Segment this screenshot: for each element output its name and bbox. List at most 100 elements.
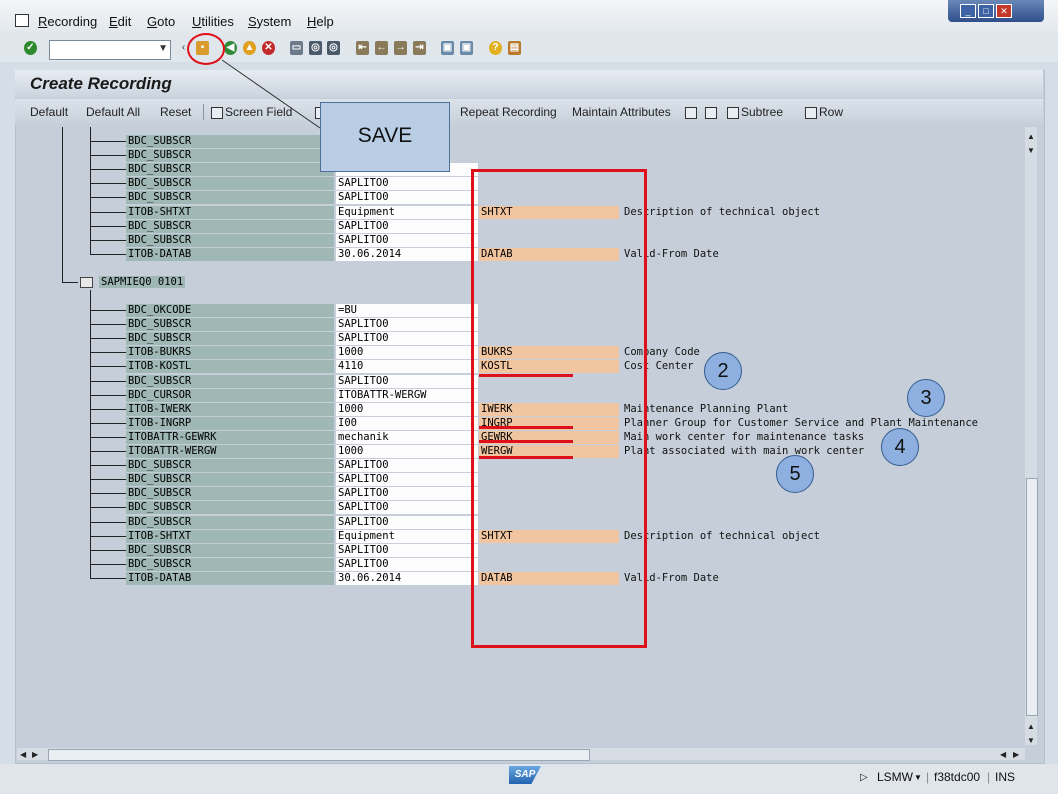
status-transaction[interactable]: LSMW bbox=[877, 770, 913, 784]
close-button[interactable]: ✕ bbox=[996, 4, 1012, 18]
menu-recording[interactable]: Recording bbox=[38, 14, 97, 29]
field-value[interactable]: 1000 bbox=[336, 402, 478, 416]
field-value[interactable]: 1000 bbox=[336, 346, 478, 360]
field-name[interactable]: ITOB-IWERK bbox=[126, 402, 334, 416]
scroll-down-icon[interactable]: ▼ bbox=[1027, 736, 1035, 745]
field-value[interactable]: 30.06.2014 bbox=[336, 247, 478, 261]
back-icon[interactable]: ◀ bbox=[224, 41, 237, 55]
field-value[interactable]: 30.06.2014 bbox=[336, 571, 478, 585]
status-mode[interactable]: INS bbox=[995, 770, 1015, 784]
menu-edit[interactable]: Edit bbox=[109, 14, 131, 29]
expand-icon-button[interactable] bbox=[685, 105, 699, 119]
field-name[interactable]: ITOB-INGRP bbox=[126, 416, 334, 430]
print-icon[interactable]: ▭ bbox=[290, 41, 303, 55]
next-page-icon[interactable]: → bbox=[394, 41, 407, 55]
field-name[interactable]: BDC_SUBSCR bbox=[126, 487, 334, 501]
repeat-recording-button[interactable]: Repeat Recording bbox=[460, 105, 557, 119]
field-value[interactable]: ITOBATTR-WERGW bbox=[336, 388, 478, 402]
scroll-down-icon[interactable]: ▼ bbox=[1027, 146, 1035, 155]
screen-field-button[interactable]: Screen Field bbox=[211, 105, 292, 119]
field-name[interactable]: ITOBATTR-GEWRK bbox=[126, 430, 334, 444]
field-value[interactable]: 4110 bbox=[336, 360, 478, 374]
scroll-right-icon[interactable]: ▶ bbox=[1013, 750, 1019, 759]
field-value[interactable]: SAPLITO0 bbox=[336, 332, 478, 346]
play-icon[interactable]: ▷ bbox=[860, 772, 868, 783]
subtree-button[interactable]: Subtree bbox=[727, 105, 783, 119]
field-value[interactable]: SAPLITO0 bbox=[336, 191, 478, 205]
screen-node[interactable]: SAPMIEQ0 0101 bbox=[80, 276, 186, 289]
field-name[interactable]: BDC_SUBSCR bbox=[126, 543, 334, 557]
command-field[interactable]: ▼ bbox=[49, 40, 171, 60]
field-name[interactable]: BDC_SUBSCR bbox=[126, 163, 334, 177]
default-button[interactable]: Default bbox=[30, 105, 68, 119]
menu-goto[interactable]: Goto bbox=[147, 14, 175, 29]
field-value[interactable]: I00 bbox=[336, 416, 478, 430]
field-name[interactable]: BDC_SUBSCR bbox=[126, 501, 334, 515]
maintain-attributes-button[interactable]: Maintain Attributes bbox=[572, 105, 671, 119]
system-menu-icon[interactable] bbox=[15, 14, 29, 27]
menu-utilities[interactable]: Utilities bbox=[192, 14, 234, 29]
field-value[interactable]: SAPLITO0 bbox=[336, 515, 478, 529]
scroll-up-icon[interactable]: ▲ bbox=[1027, 132, 1035, 141]
find-next-icon[interactable]: ◎ bbox=[327, 41, 340, 55]
field-name[interactable]: BDC_SUBSCR bbox=[126, 459, 334, 473]
scroll-right-icon[interactable]: ▶ bbox=[32, 750, 38, 759]
chevron-down-icon[interactable]: ▼ bbox=[914, 773, 922, 782]
scroll-left-icon[interactable]: ◀ bbox=[1000, 750, 1006, 759]
field-value[interactable]: SAPLITO0 bbox=[336, 318, 478, 332]
help-icon[interactable]: ? bbox=[489, 41, 502, 55]
field-name[interactable]: BDC_SUBSCR bbox=[126, 177, 334, 191]
field-value[interactable]: SAPLITO0 bbox=[336, 473, 478, 487]
tree-row[interactable]: BDC_SUBSCR bbox=[0, 135, 1000, 148]
layout-menu-icon[interactable]: ▤ bbox=[508, 41, 521, 55]
chevron-down-icon[interactable]: ▼ bbox=[158, 43, 168, 54]
field-value[interactable]: SAPLITO0 bbox=[336, 233, 478, 247]
field-name[interactable]: ITOB-DATAB bbox=[126, 571, 334, 585]
field-value[interactable]: Equipment bbox=[336, 205, 478, 219]
last-page-icon[interactable]: ⇥ bbox=[413, 41, 426, 55]
field-name[interactable]: ITOB-DATAB bbox=[126, 247, 334, 261]
menu-help[interactable]: Help bbox=[307, 14, 334, 29]
field-name[interactable]: ITOB-BUKRS bbox=[126, 346, 334, 360]
field-name[interactable]: BDC_SUBSCR bbox=[126, 318, 334, 332]
field-name[interactable]: ITOB-SHTXT bbox=[126, 205, 334, 219]
field-value[interactable]: SAPLITO0 bbox=[336, 219, 478, 233]
previous-page-icon[interactable]: ← bbox=[375, 41, 388, 55]
field-value[interactable]: SAPLITO0 bbox=[336, 501, 478, 515]
field-name[interactable]: BDC_CURSOR bbox=[126, 388, 334, 402]
field-name[interactable]: BDC_SUBSCR bbox=[126, 149, 334, 163]
default-all-button[interactable]: Default All bbox=[86, 105, 140, 119]
field-value[interactable]: mechanik bbox=[336, 430, 478, 444]
collapse-icon-button[interactable] bbox=[705, 105, 719, 119]
row-button[interactable]: Row bbox=[805, 105, 843, 119]
field-name[interactable]: BDC_SUBSCR bbox=[126, 557, 334, 571]
reset-button[interactable]: Reset bbox=[160, 105, 191, 119]
shortcut-icon[interactable]: ▣ bbox=[460, 41, 473, 55]
field-value[interactable]: SAPLITO0 bbox=[336, 487, 478, 501]
tree-row[interactable]: BDC_SUBSCR bbox=[0, 149, 1000, 163]
cancel-icon[interactable]: ✕ bbox=[262, 41, 275, 55]
create-session-icon[interactable]: ▣ bbox=[441, 41, 454, 55]
vertical-scrollbar-thumb[interactable] bbox=[1026, 478, 1038, 716]
field-name[interactable]: BDC_SUBSCR bbox=[126, 515, 334, 529]
first-page-icon[interactable]: ⇤ bbox=[356, 41, 369, 55]
field-value[interactable]: Equipment bbox=[336, 529, 478, 543]
field-value[interactable]: SAPLITO0 bbox=[336, 557, 478, 571]
menu-system[interactable]: System bbox=[248, 14, 291, 29]
enter-icon[interactable]: ✓ bbox=[24, 41, 37, 55]
field-value[interactable]: SAPLITO0 bbox=[336, 177, 478, 191]
scroll-left-icon[interactable]: ◀ bbox=[20, 750, 26, 759]
field-name[interactable]: ITOB-KOSTL bbox=[126, 360, 334, 374]
horizontal-scrollbar-thumb[interactable] bbox=[48, 749, 590, 761]
field-name[interactable]: ITOBATTR-WERGW bbox=[126, 445, 334, 458]
field-name[interactable]: BDC_SUBSCR bbox=[126, 191, 334, 205]
exit-icon[interactable]: ▲ bbox=[243, 41, 256, 55]
field-value[interactable]: SAPLITO0 bbox=[336, 374, 478, 388]
field-name[interactable]: BDC_SUBSCR bbox=[126, 332, 334, 346]
field-name[interactable]: BDC_SUBSCR bbox=[126, 374, 334, 388]
field-name[interactable]: BDC_SUBSCR bbox=[126, 135, 334, 148]
find-icon[interactable]: ◎ bbox=[309, 41, 322, 55]
field-name[interactable]: ITOB-SHTXT bbox=[126, 529, 334, 543]
field-name[interactable]: BDC_SUBSCR bbox=[126, 473, 334, 487]
field-value[interactable]: SAPLITO0 bbox=[336, 543, 478, 557]
